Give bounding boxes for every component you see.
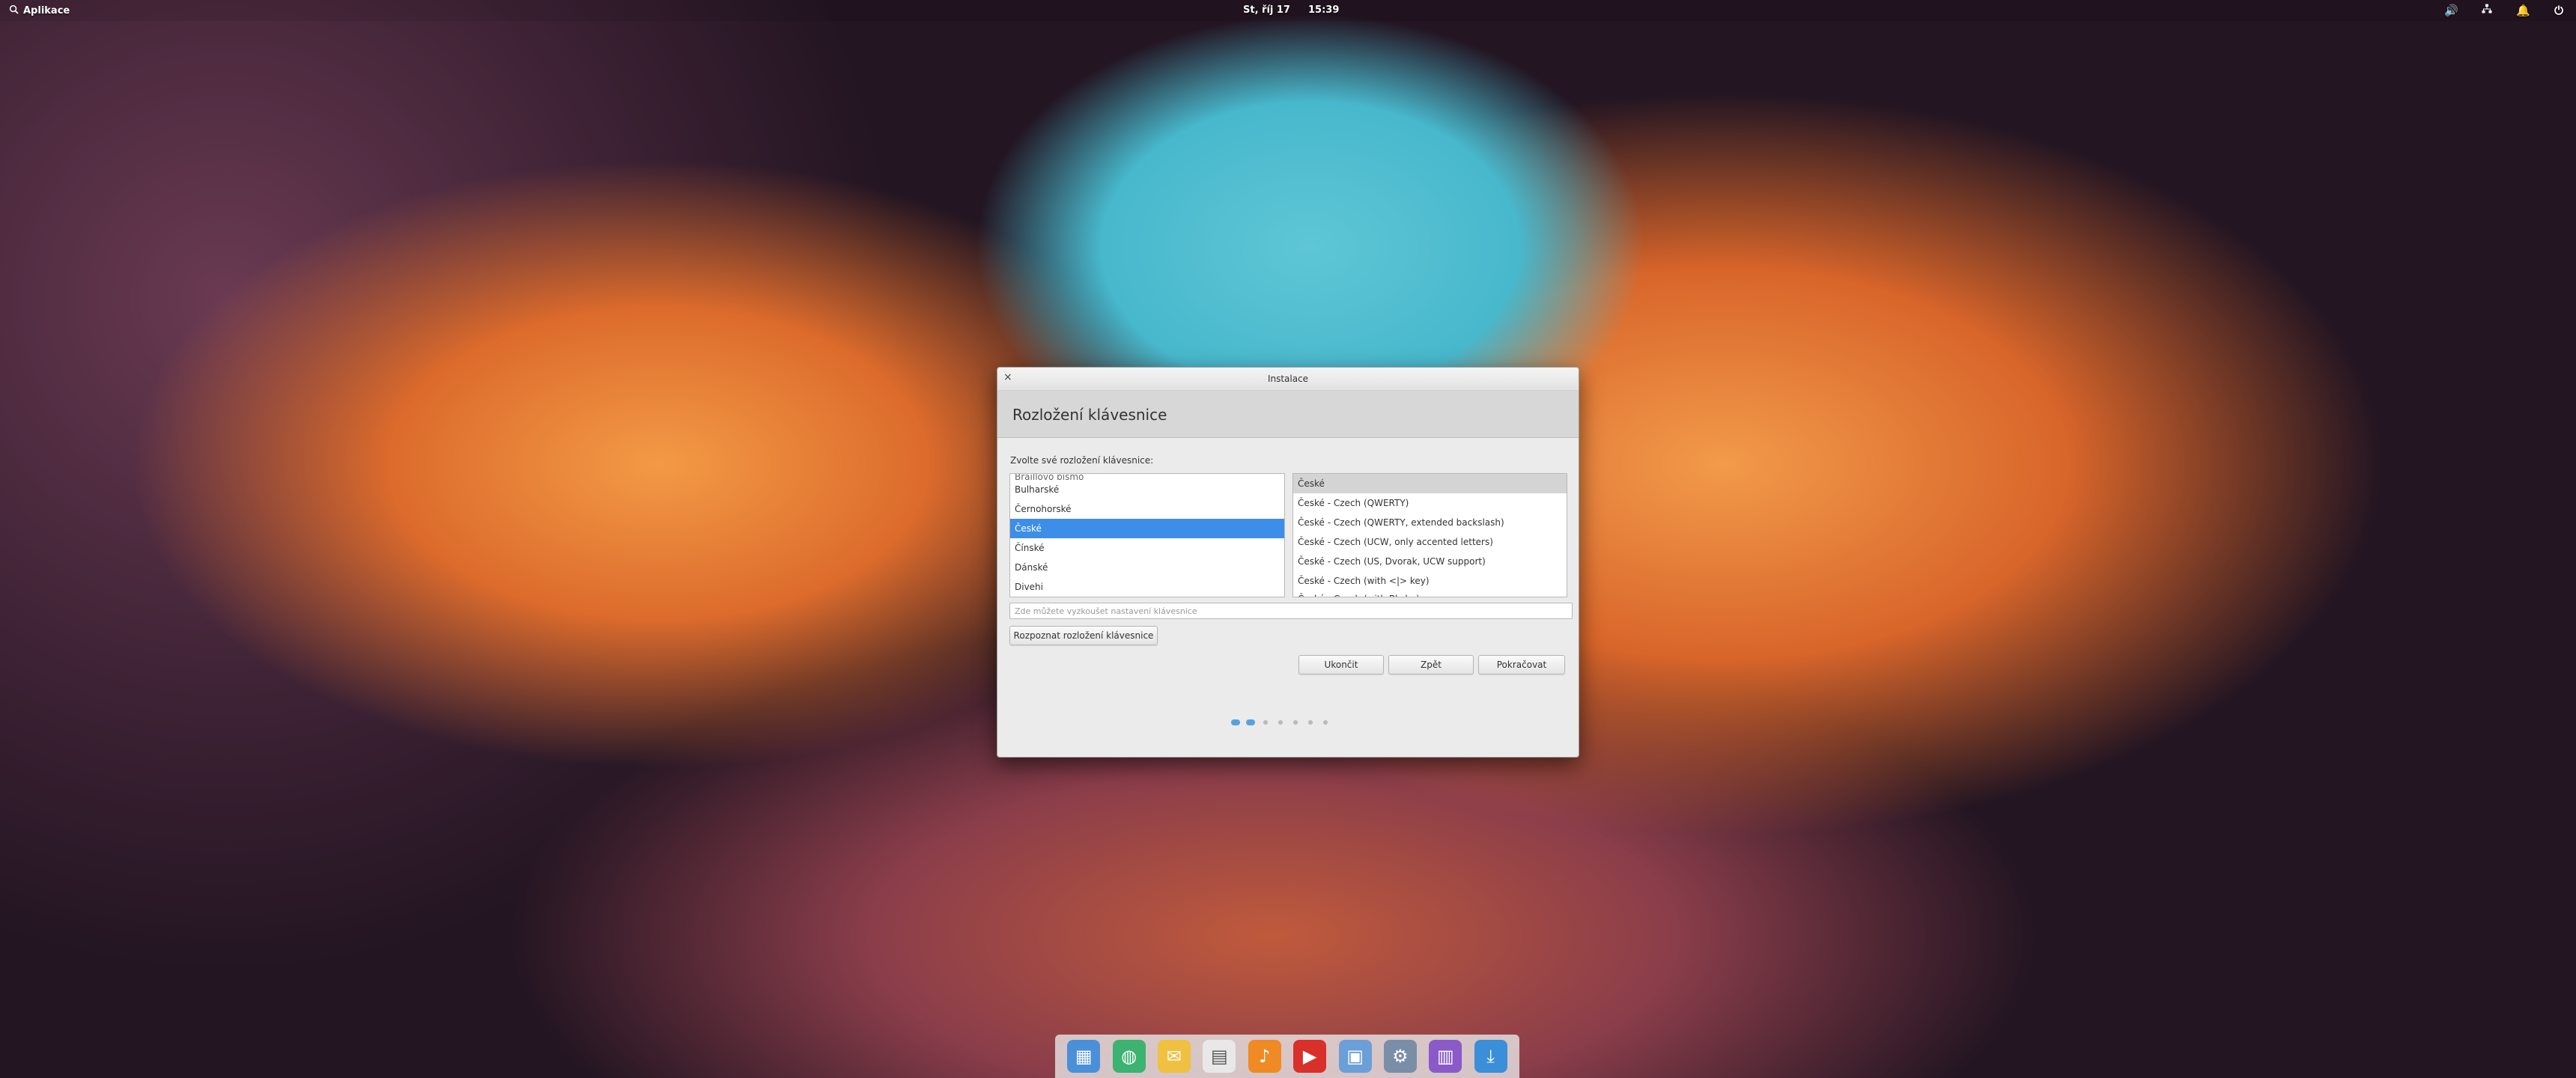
web-browser-icon[interactable]: ◍: [1112, 1040, 1146, 1073]
list-item-selected[interactable]: České: [1010, 519, 1284, 538]
mail-icon[interactable]: ✉: [1157, 1040, 1191, 1073]
window-title: Instalace: [1267, 374, 1309, 384]
page-title: Rozložení klávesnice: [1012, 406, 1167, 424]
top-panel: Aplikace St, říj 17 15:39 🔊 🔔 ⏻: [0, 0, 2576, 21]
layout-list[interactable]: Braillovo písmo Bulharské Černohorské Če…: [1009, 473, 1285, 597]
page-header: Rozložení klávesnice: [997, 391, 1579, 438]
calendar-icon[interactable]: ▤: [1203, 1040, 1236, 1073]
step-dot-pending: [1263, 720, 1268, 725]
list-item[interactable]: Divehi: [1010, 577, 1284, 597]
layout-prompt: Zvolte své rozložení klávesnice:: [1010, 455, 1154, 466]
time-label: 15:39: [1307, 4, 1340, 16]
list-item[interactable]: Braillovo písmo: [1010, 474, 1284, 480]
installer-icon[interactable]: ⤓: [1474, 1040, 1507, 1073]
videos-icon[interactable]: ▶: [1293, 1040, 1327, 1073]
list-item-selected[interactable]: České: [1293, 474, 1567, 493]
date-label: St, říj 17: [1243, 4, 1290, 16]
keyboard-test-input[interactable]: [1009, 603, 1573, 619]
app-center-icon[interactable]: ▥: [1429, 1040, 1462, 1073]
applications-menu[interactable]: Aplikace: [9, 4, 70, 17]
step-dot-pending: [1308, 720, 1313, 725]
back-button[interactable]: Zpět: [1388, 655, 1474, 674]
continue-button[interactable]: Pokračovat: [1478, 655, 1565, 674]
dock: ▦ ◍ ✉ ▤ ♪ ▶ ▣ ⚙ ▥ ⤓: [1055, 1035, 1519, 1078]
variant-list[interactable]: České České - Czech (QWERTY) České - Cze…: [1292, 473, 1567, 597]
window-titlebar[interactable]: × Instalace: [997, 368, 1579, 391]
list-item[interactable]: České - Czech (QWERTY, extended backslas…: [1293, 513, 1567, 532]
photos-icon[interactable]: ▣: [1338, 1040, 1372, 1073]
list-item[interactable]: České - Czech (with <|> key): [1293, 571, 1567, 591]
list-item[interactable]: Dánské: [1010, 558, 1284, 577]
music-icon[interactable]: ♪: [1248, 1040, 1281, 1073]
date-time-indicator[interactable]: St, říj 17 15:39: [1243, 4, 1339, 16]
installer-window: × Instalace Rozložení klávesnice Zvolte …: [997, 367, 1579, 758]
volume-icon[interactable]: 🔊: [2444, 4, 2458, 17]
step-dot-completed: [1231, 719, 1240, 725]
step-dot-completed: [1246, 719, 1255, 725]
system-indicators: 🔊 🔔 ⏻: [2444, 4, 2566, 17]
step-dot-pending: [1323, 720, 1328, 725]
list-item[interactable]: Bulharské: [1010, 480, 1284, 499]
quit-button[interactable]: Ukončit: [1298, 655, 1384, 674]
list-item[interactable]: České - Czech (UCW, only accented letter…: [1293, 532, 1567, 552]
settings-icon[interactable]: ⚙: [1383, 1040, 1417, 1073]
applications-label: Aplikace: [23, 5, 70, 16]
step-progress: [1231, 719, 1330, 725]
multitasking-view-icon[interactable]: ▦: [1067, 1040, 1101, 1073]
list-item[interactable]: České - Czech (with Bksl...): [1293, 591, 1567, 597]
step-dot-pending: [1278, 720, 1283, 725]
list-item[interactable]: České - Czech (US, Dvorak, UCW support): [1293, 552, 1567, 571]
step-dot-pending: [1293, 720, 1298, 725]
power-icon[interactable]: ⏻: [2552, 4, 2566, 17]
list-item[interactable]: Čínské: [1010, 538, 1284, 558]
network-icon[interactable]: [2480, 4, 2494, 17]
list-item[interactable]: České - Czech (QWERTY): [1293, 493, 1567, 513]
detect-layout-button[interactable]: Rozpoznat rozložení klávesnice: [1009, 626, 1158, 645]
list-item[interactable]: Černohorské: [1010, 499, 1284, 519]
search-icon: [9, 4, 19, 17]
notifications-icon[interactable]: 🔔: [2516, 4, 2530, 17]
